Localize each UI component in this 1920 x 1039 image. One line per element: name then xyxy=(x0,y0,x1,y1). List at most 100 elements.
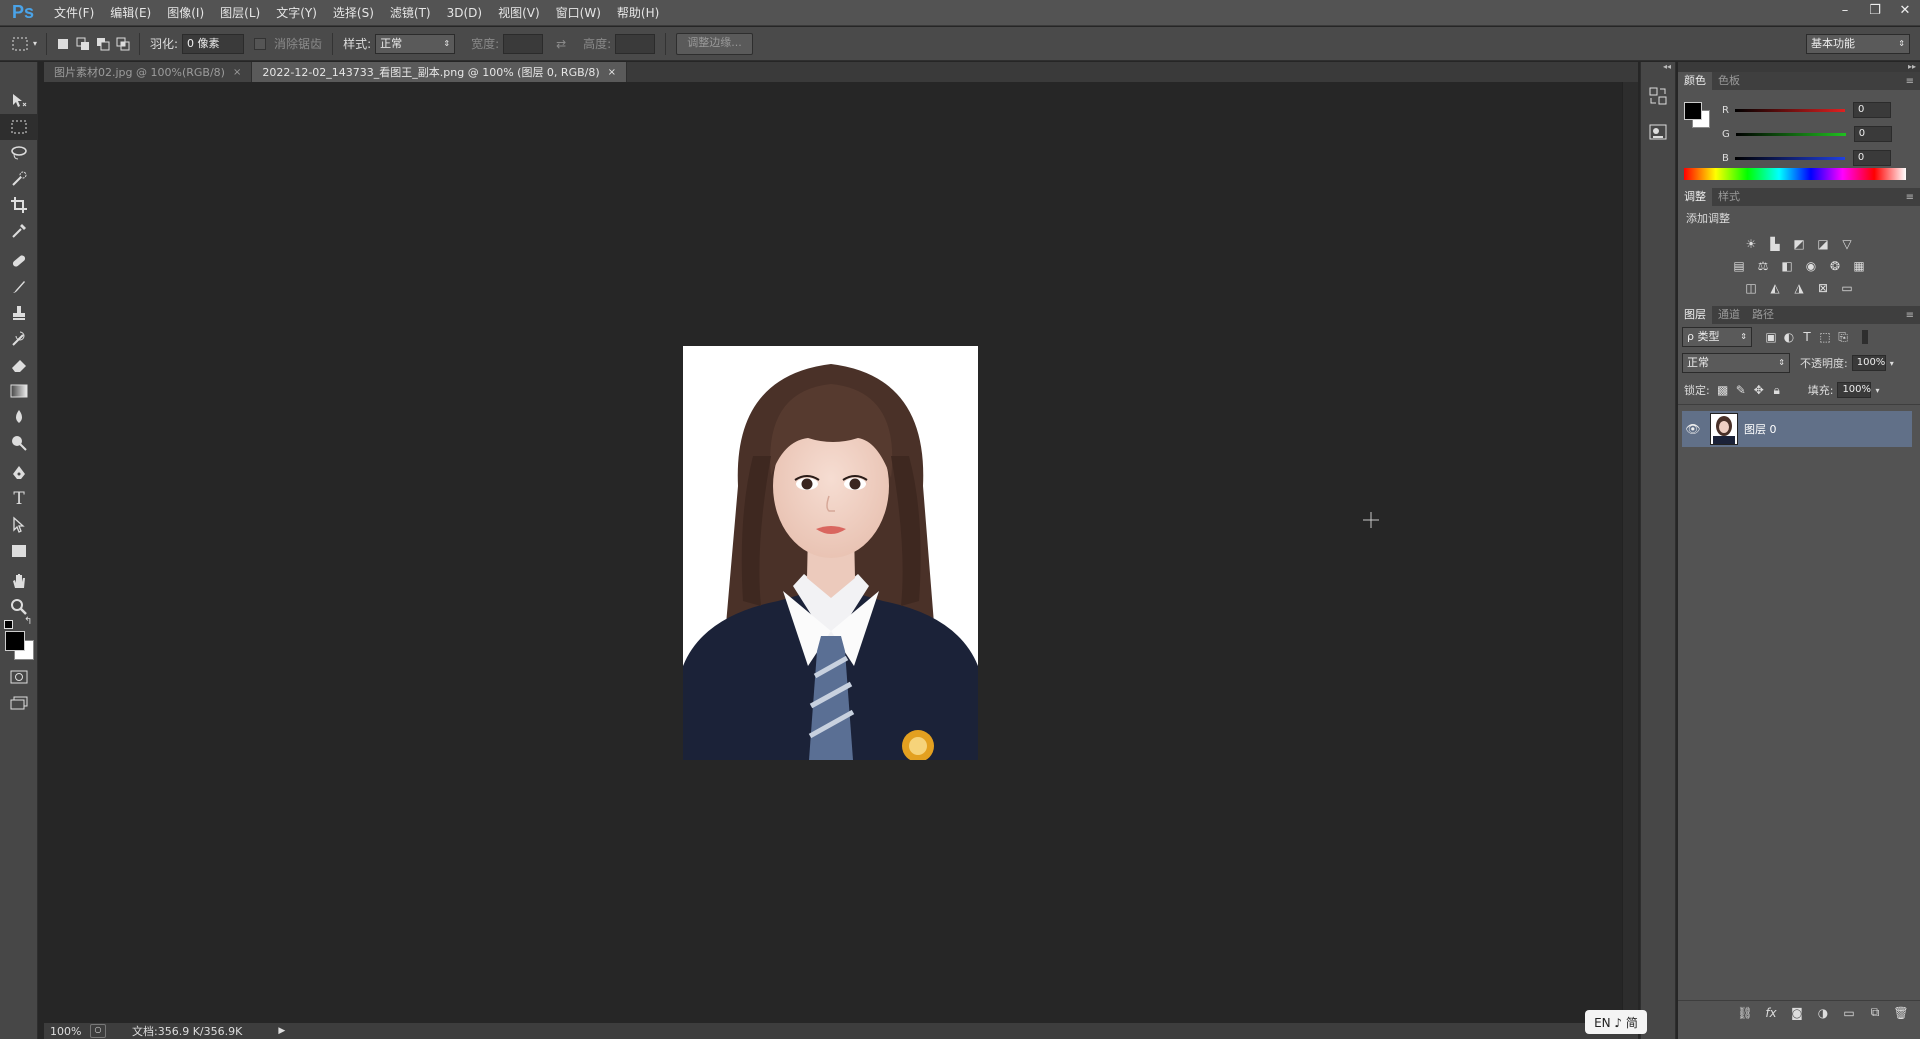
menu-image[interactable]: 图像(I) xyxy=(159,0,212,26)
zoom-level[interactable]: 100% xyxy=(50,1025,90,1038)
collapse-arrows-icon[interactable]: ◂◂ xyxy=(1641,62,1675,72)
document-image[interactable] xyxy=(683,346,978,760)
collapse-arrows-icon[interactable]: ▸▸ xyxy=(1678,62,1920,72)
layer-filter-select[interactable]: ρ 类型 ⇕ xyxy=(1682,327,1752,347)
tab-channels[interactable]: 通道 xyxy=(1712,306,1746,324)
threshold-icon[interactable]: ◮ xyxy=(1790,280,1808,296)
feather-input[interactable]: 0 像素 xyxy=(182,33,245,54)
height-input[interactable] xyxy=(615,33,656,54)
menu-filter[interactable]: 滤镜(T) xyxy=(382,0,439,26)
channel-mixer-icon[interactable]: ❂ xyxy=(1826,258,1844,274)
intersect-selection-icon[interactable] xyxy=(113,34,133,54)
status-arrow-icon[interactable]: ▶ xyxy=(278,1026,285,1036)
menu-type[interactable]: 文字(Y) xyxy=(268,0,325,26)
history-brush-tool-icon[interactable] xyxy=(0,326,38,352)
eyedropper-tool-icon[interactable] xyxy=(0,218,38,244)
filter-adjust-icon[interactable]: ◐ xyxy=(1780,329,1798,345)
minimize-button[interactable]: – xyxy=(1830,0,1860,20)
menu-view[interactable]: 视图(V) xyxy=(490,0,548,26)
red-slider[interactable] xyxy=(1734,108,1845,112)
filter-toggle[interactable] xyxy=(1862,330,1868,344)
blue-value[interactable]: 0 xyxy=(1852,150,1891,166)
clone-stamp-tool-icon[interactable] xyxy=(0,300,38,326)
quick-mask-icon[interactable] xyxy=(0,664,38,690)
swap-colors-icon[interactable]: ↰ xyxy=(24,616,32,627)
chevron-down-icon[interactable]: ▾ xyxy=(1890,359,1894,368)
eye-icon[interactable]: 👁︎ xyxy=(1682,422,1704,436)
menu-layer[interactable]: 图层(L) xyxy=(212,0,268,26)
tab-paths[interactable]: 路径 xyxy=(1746,306,1780,324)
green-value[interactable]: 0 xyxy=(1853,126,1892,142)
layer-row[interactable]: 👁︎ 图层 0 xyxy=(1682,411,1912,447)
selective-color-icon[interactable]: ⊠ xyxy=(1814,280,1832,296)
close-button[interactable]: ✕ xyxy=(1890,0,1920,20)
tab-styles[interactable]: 样式 xyxy=(1712,188,1746,206)
dodge-tool-icon[interactable] xyxy=(0,430,38,456)
quick-selection-tool-icon[interactable] xyxy=(0,166,38,192)
ime-indicator[interactable]: EN ♪ 简 xyxy=(1585,1010,1647,1034)
brush-tool-icon[interactable] xyxy=(0,274,38,300)
close-icon[interactable]: × xyxy=(233,67,241,78)
close-icon[interactable]: × xyxy=(608,67,616,78)
lock-paint-icon[interactable]: ✎ xyxy=(1732,382,1750,398)
trash-icon[interactable]: 🗑︎ xyxy=(1892,1005,1910,1021)
panel-menu-icon[interactable]: ≡ xyxy=(1906,76,1914,87)
curves-icon[interactable]: ◩ xyxy=(1790,236,1808,252)
blur-tool-icon[interactable] xyxy=(0,404,38,430)
filter-pixel-icon[interactable]: ▣ xyxy=(1762,329,1780,345)
brightness-icon[interactable]: ☀ xyxy=(1742,236,1760,252)
menu-help[interactable]: 帮助(H) xyxy=(609,0,667,26)
red-value[interactable]: 0 xyxy=(1852,102,1891,118)
posterize-icon[interactable]: ◭ xyxy=(1766,280,1784,296)
green-slider[interactable] xyxy=(1735,132,1846,136)
antialias-checkbox[interactable] xyxy=(254,37,267,50)
gradient-tool-icon[interactable] xyxy=(0,378,38,404)
tab-swatches[interactable]: 色板 xyxy=(1712,72,1746,90)
pen-tool-icon[interactable] xyxy=(0,460,38,486)
gradient-map-icon[interactable]: ▭ xyxy=(1838,280,1856,296)
filter-type-icon[interactable]: T xyxy=(1798,329,1816,345)
lock-all-icon[interactable]: 🔒︎ xyxy=(1768,382,1786,398)
tab-layers[interactable]: 图层 xyxy=(1678,306,1712,324)
blend-mode-select[interactable]: 正常 ⇕ xyxy=(1682,353,1790,373)
new-adjustment-icon[interactable]: ◑ xyxy=(1814,1005,1832,1021)
foreground-color-swatch[interactable] xyxy=(5,631,25,651)
vertical-scrollbar[interactable] xyxy=(1622,82,1638,1023)
eraser-tool-icon[interactable] xyxy=(0,352,38,378)
new-group-icon[interactable]: ▭ xyxy=(1840,1005,1858,1021)
fill-value[interactable]: 100% xyxy=(1837,382,1872,398)
move-tool-icon[interactable] xyxy=(0,88,38,114)
lasso-tool-icon[interactable] xyxy=(0,140,38,166)
rectangle-tool-icon[interactable] xyxy=(0,538,38,564)
type-tool-icon[interactable]: T xyxy=(0,486,38,512)
swap-icon[interactable]: ⇄ xyxy=(551,34,571,54)
vibrance-icon[interactable]: ▽ xyxy=(1838,236,1856,252)
fg-color-box[interactable] xyxy=(1684,102,1702,120)
color-balance-icon[interactable]: ⚖ xyxy=(1754,258,1772,274)
screen-mode-icon[interactable] xyxy=(0,690,38,716)
menu-select[interactable]: 选择(S) xyxy=(325,0,382,26)
opacity-value[interactable]: 100% xyxy=(1851,355,1886,371)
invert-icon[interactable]: ◫ xyxy=(1742,280,1760,296)
color-lookup-icon[interactable]: ▦ xyxy=(1850,258,1868,274)
chevron-down-icon[interactable]: ▾ xyxy=(30,34,40,54)
menu-file[interactable]: 文件(F) xyxy=(46,0,102,26)
new-layer-icon[interactable]: ⧉ xyxy=(1866,1005,1884,1021)
history-panel-icon[interactable] xyxy=(1648,86,1668,106)
width-input[interactable] xyxy=(503,33,544,54)
add-selection-icon[interactable] xyxy=(73,34,93,54)
photo-filter-icon[interactable]: ◉ xyxy=(1802,258,1820,274)
default-colors-icon[interactable] xyxy=(4,620,13,629)
menu-edit[interactable]: 编辑(E) xyxy=(102,0,159,26)
rect-marquee-preset-icon[interactable] xyxy=(10,34,30,54)
blue-slider[interactable] xyxy=(1734,156,1845,160)
style-select[interactable]: 正常 ⇕ xyxy=(375,33,456,54)
filter-shape-icon[interactable]: ⬚ xyxy=(1816,329,1834,345)
doc-tab-1[interactable]: 图片素材02.jpg @ 100%(RGB/8) × xyxy=(44,62,253,82)
link-layers-icon[interactable]: ⛓ xyxy=(1736,1005,1754,1021)
workspace-select[interactable]: 基本功能 ⇕ xyxy=(1806,34,1910,54)
crop-tool-icon[interactable] xyxy=(0,192,38,218)
levels-icon[interactable]: ▙ xyxy=(1766,236,1784,252)
filter-smart-icon[interactable]: ⎘ xyxy=(1834,329,1852,345)
doc-tab-2[interactable]: 2022-12-02_143733_看图王_副本.png @ 100% (图层 … xyxy=(252,62,628,82)
